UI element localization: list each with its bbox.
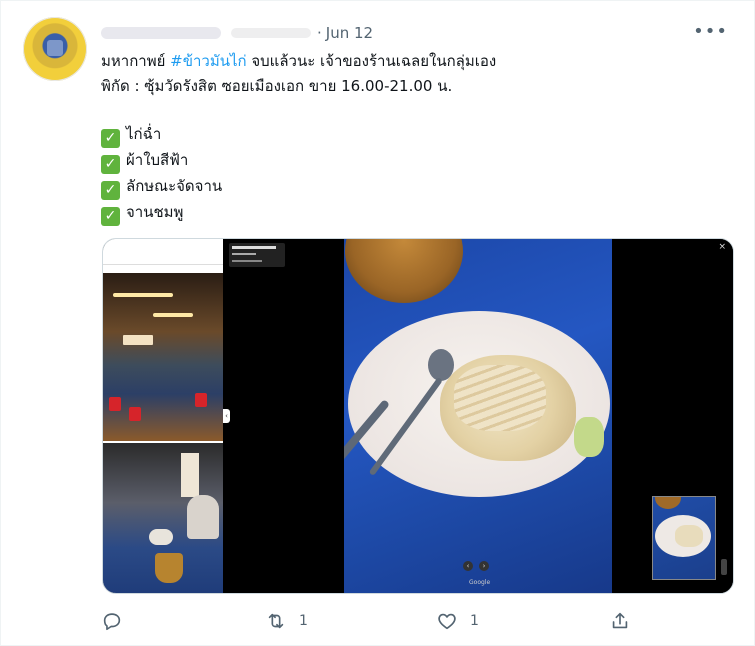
like-count: 1 [470,613,479,629]
check-mark-icon: ✓ [101,129,120,148]
tweet-line-1-post: จบแล้วนะ เจ้าของร้านเฉลยในกลุ่มเอง [246,52,497,70]
close-icon[interactable]: × [718,242,726,252]
viewer-right-panel: × [612,239,733,593]
tweet-header: · Jun 12 [101,23,373,43]
more-options-icon[interactable]: ••• [693,21,728,42]
header-separator: · [317,24,322,42]
google-watermark: Google [469,579,491,586]
heart-icon [438,613,456,630]
tweet-line-2: พิกัด : ซุ้มวัดรังสิต ซอยเมืองเอก ขาย 16… [101,76,453,95]
maps-side-panel [103,239,223,593]
avatar[interactable] [23,17,87,81]
share-button[interactable] [609,609,643,633]
tweet-date[interactable]: Jun 12 [326,24,373,42]
checklist-label: จานชมพู [126,203,184,221]
checklist-item: ✓ ไก่ฉ่ำ [101,122,721,148]
checklist-label: ลักษณะจัดจาน [126,177,223,195]
like-button[interactable]: 1 [436,609,479,633]
retweet-count: 1 [299,613,308,629]
check-mark-icon: ✓ [101,207,120,226]
checklist-item: ✓ ผ้าใบสีฟ้า [101,148,721,174]
chicken-rice-photo [344,239,612,593]
tweet-actions: 1 1 [101,609,641,633]
hashtag-link[interactable]: #ข้าวมันไก่ [170,52,246,70]
maps-panel-header [103,239,223,265]
photo-nav: ‹ › [463,561,489,571]
photo-thumbnail[interactable] [652,496,716,580]
tweet-line-1-pre: มหากาพย์ [101,52,171,70]
tweet-media-image[interactable]: ‹ × ‹ › Google [102,238,734,594]
tweet-line-1: มหากาพย์ #ข้าวมันไก่ จบแล้วนะ เจ้าของร้า… [101,49,721,74]
restaurant-photo-night [103,273,223,441]
place-info-card [229,243,285,267]
blurred-username[interactable] [231,28,311,38]
zoom-control[interactable] [721,559,727,575]
maps-footer [612,585,733,591]
tweet: · Jun 12 ••• มหากาพย์ #ข้าวมันไก่ จบแล้ว… [0,0,755,646]
share-icon [612,612,628,629]
reply-icon [103,613,121,631]
retweet-button[interactable]: 1 [265,609,308,633]
blurred-display-name[interactable] [101,27,221,39]
next-photo-icon[interactable]: › [479,561,489,571]
tweet-text: มหากาพย์ #ข้าวมันไก่ จบแล้วนะ เจ้าของร้า… [101,49,721,226]
reply-button[interactable] [101,609,135,633]
checklist-item: ✓ ลักษณะจัดจาน [101,174,721,200]
check-mark-icon: ✓ [101,155,120,174]
avatar-emblem [47,40,63,56]
checklist-label: ผ้าใบสีฟ้า [126,151,189,169]
collapse-panel-icon[interactable]: ‹ [223,409,230,423]
checklist-item: ✓ จานชมพู [101,200,721,226]
restaurant-photo-table [103,443,223,593]
retweet-icon [268,613,284,629]
prev-photo-icon[interactable]: ‹ [463,561,473,571]
checklist-label: ไก่ฉ่ำ [126,125,162,143]
check-mark-icon: ✓ [101,181,120,200]
